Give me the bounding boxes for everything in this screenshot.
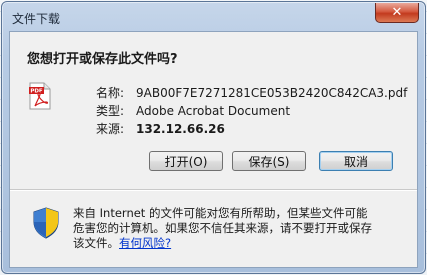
file-type-value: Adobe Acrobat Document — [136, 104, 291, 118]
file-name-label: 名称: — [96, 86, 125, 100]
pdf-badge-text: PDF — [30, 89, 43, 95]
file-download-dialog: 文件下载 ✕ 您想打开或保存此文件吗? PDF 名称: 9AB00F7E72712… — [1, 1, 426, 274]
file-type-row: 类型: Adobe Acrobat Document — [96, 102, 290, 119]
security-shield-icon — [33, 207, 59, 239]
file-source-label: 来源: — [96, 122, 125, 136]
warning-line-2: 危害您的计算机。如果您不信任其来源，请不要打开或保存 — [73, 221, 372, 235]
file-name-value: 9AB00F7E7271281CE053B2420C842CA3.pdf — [136, 86, 408, 100]
file-type-label: 类型: — [96, 104, 125, 118]
open-button[interactable]: 打开(O) — [149, 151, 223, 171]
close-icon: ✕ — [391, 5, 403, 20]
save-button[interactable]: 保存(S) — [232, 151, 306, 171]
file-source-row: 来源: 132.12.66.26 — [96, 120, 225, 137]
what-is-the-risk-link[interactable]: 有何风险? — [119, 236, 171, 250]
warning-line-3: 该文件。有何风险? — [73, 236, 393, 251]
divider — [10, 189, 417, 191]
security-warning: 来自 Internet 的文件可能对您有所帮助，但某些文件可能 危害您的计算机。… — [73, 206, 393, 251]
file-name-row: 名称: 9AB00F7E7271281CE053B2420C842CA3.pdf — [96, 84, 407, 101]
title-bar[interactable]: 文件下载 ✕ — [2, 2, 425, 30]
cancel-button[interactable]: 取消 — [319, 151, 393, 171]
dialog-body: 您想打开或保存此文件吗? PDF 名称: 9AB00F7E7271281CE053… — [9, 31, 418, 268]
pdf-file-icon: PDF — [29, 82, 51, 110]
dialog-title: 文件下载 — [12, 12, 61, 26]
dialog-headline: 您想打开或保存此文件吗? — [27, 52, 178, 67]
warning-line-3-prefix: 该文件。 — [73, 236, 119, 250]
file-source-value: 132.12.66.26 — [136, 122, 225, 136]
close-button[interactable]: ✕ — [375, 3, 419, 23]
warning-line-1: 来自 Internet 的文件可能对您有所帮助，但某些文件可能 — [73, 206, 368, 220]
